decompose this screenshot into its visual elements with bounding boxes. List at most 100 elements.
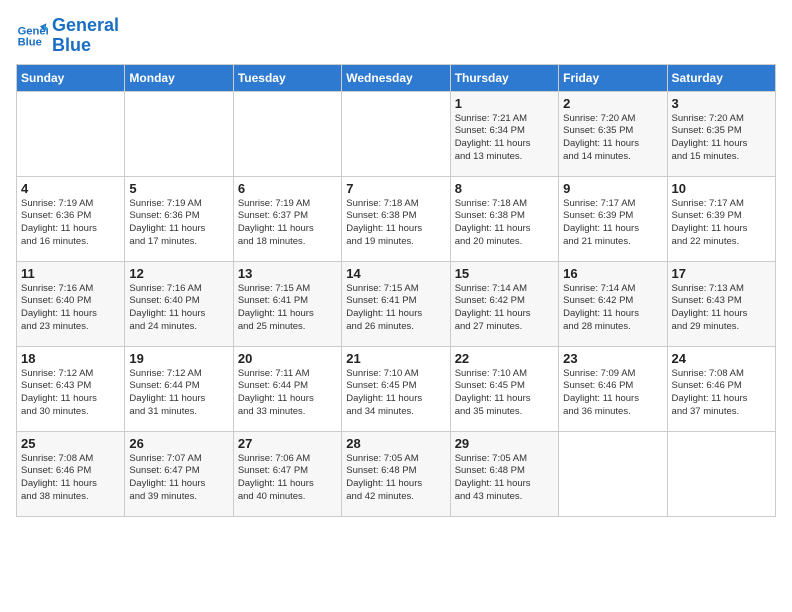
day-info: Sunrise: 7:08 AM Sunset: 6:46 PM Dayligh…: [672, 368, 771, 419]
calendar-cell: 2 Sunrise: 7:20 AM Sunset: 6:35 PM Daylig…: [559, 91, 667, 176]
day-info: Sunrise: 7:19 AM Sunset: 6:36 PM Dayligh…: [129, 198, 228, 249]
day-number: 16: [563, 266, 662, 281]
calendar-cell: 14 Sunrise: 7:15 AM Sunset: 6:41 PM Dayli…: [342, 261, 450, 346]
day-number: 12: [129, 266, 228, 281]
svg-text:Blue: Blue: [18, 36, 42, 48]
logo-icon: General Blue: [16, 20, 48, 52]
calendar-cell: [17, 91, 125, 176]
day-number: 22: [455, 351, 554, 366]
day-number: 29: [455, 436, 554, 451]
calendar-week-row: 4 Sunrise: 7:19 AM Sunset: 6:36 PM Daylig…: [17, 176, 776, 261]
calendar-cell: 10 Sunrise: 7:17 AM Sunset: 6:39 PM Dayli…: [667, 176, 775, 261]
day-info: Sunrise: 7:15 AM Sunset: 6:41 PM Dayligh…: [346, 283, 445, 334]
day-number: 2: [563, 96, 662, 111]
calendar-table: SundayMondayTuesdayWednesdayThursdayFrid…: [16, 64, 776, 517]
day-info: Sunrise: 7:16 AM Sunset: 6:40 PM Dayligh…: [129, 283, 228, 334]
day-number: 27: [238, 436, 337, 451]
calendar-cell: 1Sunrise: 7:21 AM Sunset: 6:34 PM Daylig…: [450, 91, 558, 176]
day-number: 8: [455, 181, 554, 196]
day-info: Sunrise: 7:14 AM Sunset: 6:42 PM Dayligh…: [455, 283, 554, 334]
calendar-cell: 28Sunrise: 7:05 AM Sunset: 6:48 PM Dayli…: [342, 431, 450, 516]
day-info: Sunrise: 7:05 AM Sunset: 6:48 PM Dayligh…: [455, 453, 554, 504]
calendar-cell: 24 Sunrise: 7:08 AM Sunset: 6:46 PM Dayli…: [667, 346, 775, 431]
day-number: 7: [346, 181, 445, 196]
calendar-cell: [233, 91, 341, 176]
day-info: Sunrise: 7:08 AM Sunset: 6:46 PM Dayligh…: [21, 453, 120, 504]
calendar-cell: 17Sunrise: 7:13 AM Sunset: 6:43 PM Dayli…: [667, 261, 775, 346]
day-info: Sunrise: 7:13 AM Sunset: 6:43 PM Dayligh…: [672, 283, 771, 334]
calendar-cell: 5 Sunrise: 7:19 AM Sunset: 6:36 PM Daylig…: [125, 176, 233, 261]
calendar-cell: 8Sunrise: 7:18 AM Sunset: 6:38 PM Daylig…: [450, 176, 558, 261]
day-number: 3: [672, 96, 771, 111]
day-info: Sunrise: 7:16 AM Sunset: 6:40 PM Dayligh…: [21, 283, 120, 334]
weekday-header: Monday: [125, 64, 233, 91]
day-info: Sunrise: 7:19 AM Sunset: 6:36 PM Dayligh…: [21, 198, 120, 249]
day-info: Sunrise: 7:15 AM Sunset: 6:41 PM Dayligh…: [238, 283, 337, 334]
calendar-cell: 29 Sunrise: 7:05 AM Sunset: 6:48 PM Dayli…: [450, 431, 558, 516]
logo-text-line2: Blue: [52, 36, 119, 56]
day-number: 13: [238, 266, 337, 281]
calendar-cell: 7 Sunrise: 7:18 AM Sunset: 6:38 PM Daylig…: [342, 176, 450, 261]
day-number: 15: [455, 266, 554, 281]
day-info: Sunrise: 7:20 AM Sunset: 6:35 PM Dayligh…: [563, 113, 662, 164]
calendar-cell: 12 Sunrise: 7:16 AM Sunset: 6:40 PM Dayli…: [125, 261, 233, 346]
calendar-cell: 15 Sunrise: 7:14 AM Sunset: 6:42 PM Dayli…: [450, 261, 558, 346]
calendar-cell: 27 Sunrise: 7:06 AM Sunset: 6:47 PM Dayli…: [233, 431, 341, 516]
day-info: Sunrise: 7:12 AM Sunset: 6:44 PM Dayligh…: [129, 368, 228, 419]
day-number: 10: [672, 181, 771, 196]
calendar-cell: [559, 431, 667, 516]
day-info: Sunrise: 7:21 AM Sunset: 6:34 PM Dayligh…: [455, 113, 554, 164]
calendar-header: SundayMondayTuesdayWednesdayThursdayFrid…: [17, 64, 776, 91]
calendar-cell: [342, 91, 450, 176]
calendar-cell: 18Sunrise: 7:12 AM Sunset: 6:43 PM Dayli…: [17, 346, 125, 431]
calendar-cell: 20 Sunrise: 7:11 AM Sunset: 6:44 PM Dayli…: [233, 346, 341, 431]
weekday-header: Tuesday: [233, 64, 341, 91]
day-info: Sunrise: 7:12 AM Sunset: 6:43 PM Dayligh…: [21, 368, 120, 419]
calendar-cell: 19 Sunrise: 7:12 AM Sunset: 6:44 PM Dayli…: [125, 346, 233, 431]
day-number: 9: [563, 181, 662, 196]
calendar-cell: 3Sunrise: 7:20 AM Sunset: 6:35 PM Daylig…: [667, 91, 775, 176]
day-info: Sunrise: 7:17 AM Sunset: 6:39 PM Dayligh…: [563, 198, 662, 249]
day-info: Sunrise: 7:10 AM Sunset: 6:45 PM Dayligh…: [455, 368, 554, 419]
day-number: 4: [21, 181, 120, 196]
calendar-cell: 21Sunrise: 7:10 AM Sunset: 6:45 PM Dayli…: [342, 346, 450, 431]
calendar-cell: 26 Sunrise: 7:07 AM Sunset: 6:47 PM Dayli…: [125, 431, 233, 516]
weekday-header: Saturday: [667, 64, 775, 91]
calendar-cell: [667, 431, 775, 516]
day-number: 24: [672, 351, 771, 366]
day-number: 11: [21, 266, 120, 281]
day-number: 21: [346, 351, 445, 366]
calendar-cell: 16 Sunrise: 7:14 AM Sunset: 6:42 PM Dayli…: [559, 261, 667, 346]
day-info: Sunrise: 7:18 AM Sunset: 6:38 PM Dayligh…: [346, 198, 445, 249]
day-info: Sunrise: 7:17 AM Sunset: 6:39 PM Dayligh…: [672, 198, 771, 249]
day-number: 5: [129, 181, 228, 196]
calendar-cell: 9 Sunrise: 7:17 AM Sunset: 6:39 PM Daylig…: [559, 176, 667, 261]
calendar-cell: 11 Sunrise: 7:16 AM Sunset: 6:40 PM Dayli…: [17, 261, 125, 346]
logo-text-line1: General: [52, 16, 119, 36]
day-info: Sunrise: 7:11 AM Sunset: 6:44 PM Dayligh…: [238, 368, 337, 419]
day-info: Sunrise: 7:14 AM Sunset: 6:42 PM Dayligh…: [563, 283, 662, 334]
calendar-week-row: 11 Sunrise: 7:16 AM Sunset: 6:40 PM Dayli…: [17, 261, 776, 346]
day-number: 19: [129, 351, 228, 366]
weekday-header: Wednesday: [342, 64, 450, 91]
day-number: 25: [21, 436, 120, 451]
calendar-cell: 4 Sunrise: 7:19 AM Sunset: 6:36 PM Daylig…: [17, 176, 125, 261]
calendar-week-row: 18Sunrise: 7:12 AM Sunset: 6:43 PM Dayli…: [17, 346, 776, 431]
calendar-cell: 23Sunrise: 7:09 AM Sunset: 6:46 PM Dayli…: [559, 346, 667, 431]
logo: General Blue General Blue: [16, 16, 119, 56]
day-number: 14: [346, 266, 445, 281]
day-number: 26: [129, 436, 228, 451]
calendar-cell: [125, 91, 233, 176]
calendar-cell: 13 Sunrise: 7:15 AM Sunset: 6:41 PM Dayli…: [233, 261, 341, 346]
day-number: 6: [238, 181, 337, 196]
calendar-cell: 25 Sunrise: 7:08 AM Sunset: 6:46 PM Dayli…: [17, 431, 125, 516]
day-info: Sunrise: 7:05 AM Sunset: 6:48 PM Dayligh…: [346, 453, 445, 504]
day-info: Sunrise: 7:07 AM Sunset: 6:47 PM Dayligh…: [129, 453, 228, 504]
day-info: Sunrise: 7:09 AM Sunset: 6:46 PM Dayligh…: [563, 368, 662, 419]
calendar-week-row: 25 Sunrise: 7:08 AM Sunset: 6:46 PM Dayli…: [17, 431, 776, 516]
day-number: 20: [238, 351, 337, 366]
calendar-cell: 6Sunrise: 7:19 AM Sunset: 6:37 PM Daylig…: [233, 176, 341, 261]
weekday-header: Thursday: [450, 64, 558, 91]
day-info: Sunrise: 7:06 AM Sunset: 6:47 PM Dayligh…: [238, 453, 337, 504]
weekday-header: Sunday: [17, 64, 125, 91]
